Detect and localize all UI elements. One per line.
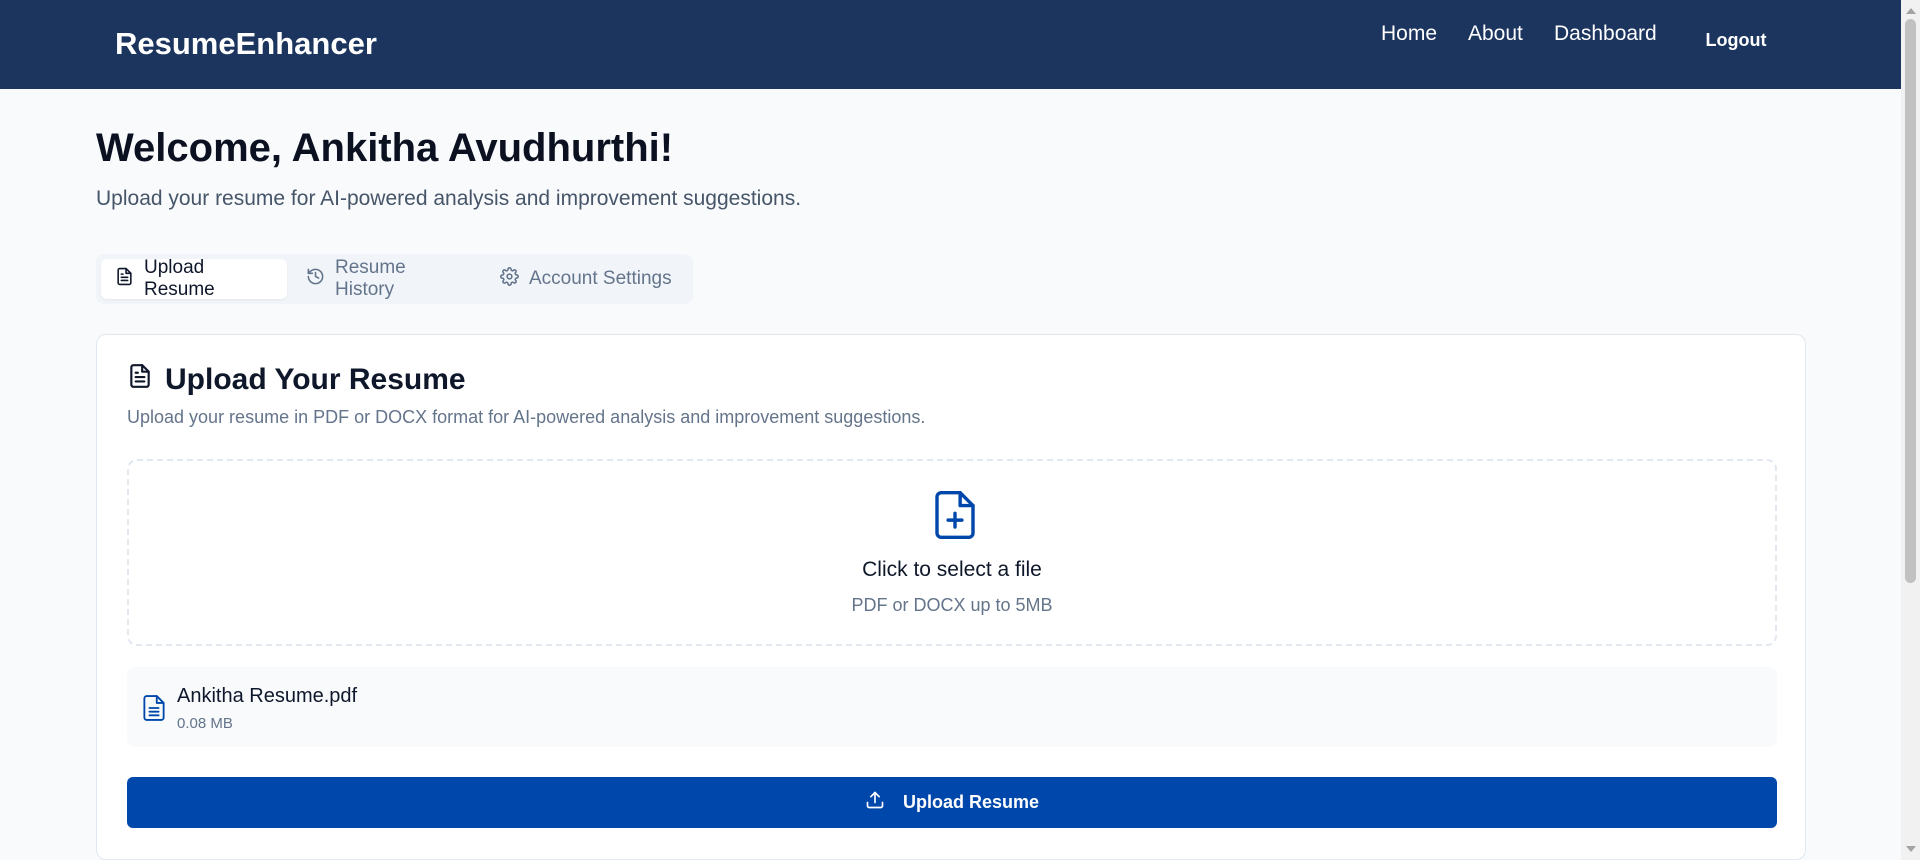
selected-file-name: Ankitha Resume.pdf	[177, 685, 358, 707]
scroll-up-icon[interactable]	[1906, 8, 1916, 14]
selected-file-size: 0.08 MB	[177, 715, 233, 732]
page-scrollbar[interactable]	[1901, 0, 1920, 860]
tab-account-settings[interactable]: Account Settings	[486, 259, 686, 299]
nav-dashboard-link[interactable]: Dashboard	[1554, 22, 1657, 46]
top-navbar: ResumeEnhancer Home About Dashboard Logo…	[0, 0, 1901, 89]
file-text-icon	[127, 363, 153, 397]
logout-button[interactable]: Logout	[1680, 30, 1792, 60]
dashboard-tabs: Upload Resume Resume History Account Set…	[96, 254, 693, 304]
file-text-icon	[143, 695, 165, 721]
welcome-heading: Welcome, Ankitha Avudhurthi!	[96, 126, 674, 170]
upload-resume-button[interactable]: Upload Resume	[127, 777, 1777, 828]
scrollbar-thumb[interactable]	[1905, 19, 1916, 583]
gear-icon	[500, 266, 519, 292]
upload-icon	[865, 790, 885, 815]
history-icon	[306, 267, 325, 292]
tab-label: Upload Resume	[144, 257, 215, 300]
welcome-subtitle: Upload your resume for AI-powered analys…	[96, 187, 802, 210]
file-dropzone[interactable]: Click to select a file PDF or DOCX up to…	[127, 459, 1777, 646]
tab-label: Resume History	[335, 257, 406, 300]
file-text-icon	[115, 267, 134, 292]
upload-resume-card: Upload Your Resume Upload your resume in…	[96, 334, 1806, 860]
scroll-down-icon[interactable]	[1906, 846, 1916, 852]
nav-about-link[interactable]: About	[1468, 22, 1523, 46]
dropzone-title: Click to select a file	[862, 558, 1042, 581]
tab-label: Account Settings	[529, 268, 672, 289]
card-title-text: Upload Your Resume	[165, 363, 466, 396]
upload-button-label: Upload Resume	[902, 792, 1040, 812]
tab-resume-history[interactable]: Resume History	[292, 257, 482, 300]
selected-file-row: Ankitha Resume.pdf 0.08 MB	[127, 667, 1777, 747]
brand-logo[interactable]: ResumeEnhancer	[115, 26, 377, 62]
tab-upload-resume[interactable]: Upload Resume	[101, 257, 287, 300]
dropzone-hint: PDF or DOCX up to 5MB	[851, 595, 1053, 615]
nav-home-link[interactable]: Home	[1381, 22, 1437, 46]
card-title: Upload Your Resume	[127, 363, 466, 397]
file-plus-icon	[935, 491, 975, 539]
card-description: Upload your resume in PDF or DOCX format…	[127, 407, 926, 427]
